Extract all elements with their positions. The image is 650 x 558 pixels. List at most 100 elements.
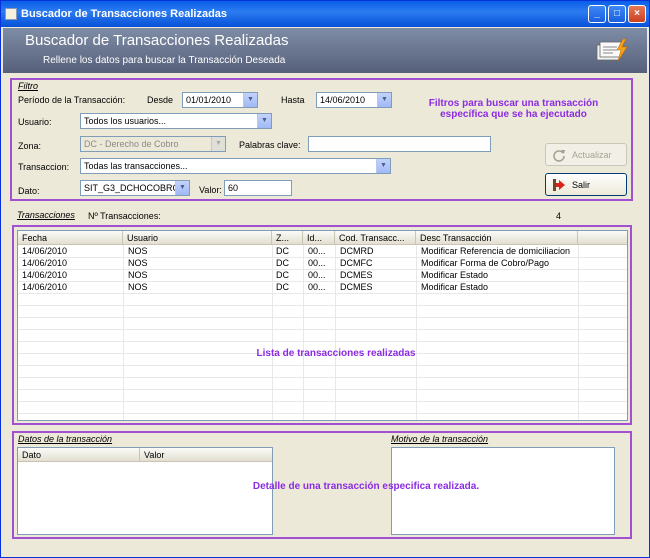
usuario-select-value: Todos los usuarios...	[84, 116, 167, 126]
transaccion-label: Transaccion:	[18, 162, 70, 172]
cell-desc-transaccion: Modificar Referencia de domiciliacion	[421, 246, 571, 256]
chevron-down-icon[interactable]: ▼	[175, 181, 189, 195]
transactions-table[interactable]: Fecha Usuario Z... Id... Cod. Transacc..…	[17, 230, 628, 421]
cell-zona: DC	[276, 282, 289, 292]
palabras-clave-input[interactable]	[308, 136, 491, 152]
dato-select[interactable]: SIT_G3_DCHOCOBRC ▼	[80, 180, 190, 196]
header-subtitle: Rellene los datos para buscar la Transac…	[43, 55, 286, 66]
grid-divider	[18, 305, 627, 306]
zona-select[interactable]: DC - Derecho de Cobro ▼	[80, 136, 226, 152]
actualizar-button[interactable]: Actualizar	[545, 143, 627, 166]
grid-divider	[578, 245, 579, 420]
table-header: Fecha Usuario Z... Id... Cod. Transacc..…	[18, 231, 627, 245]
grid-divider	[18, 413, 627, 414]
zona-label: Zona:	[18, 141, 42, 151]
maximize-button[interactable]: □	[608, 5, 626, 23]
chevron-down-icon[interactable]: ▼	[257, 114, 271, 128]
refresh-icon	[553, 150, 565, 162]
cell-cod-transaccion: DCMFC	[340, 258, 373, 268]
usuario-label: Usuario:	[18, 117, 52, 127]
cell-cod-transaccion: DCMRD	[340, 246, 374, 256]
cell-desc-transaccion: Modificar Estado	[421, 270, 489, 280]
transaccion-select-value: Todas las transacciones...	[84, 161, 188, 171]
column-header-dato[interactable]: Dato	[18, 448, 140, 462]
grid-divider	[18, 293, 627, 294]
zona-select-value: DC - Derecho de Cobro	[84, 139, 179, 149]
desde-date-value: 01/01/2010	[186, 95, 232, 105]
column-header-id[interactable]: Id...	[303, 231, 335, 245]
desde-date-field[interactable]: 01/01/2010 ▼	[182, 92, 258, 108]
minimize-button[interactable]: _	[588, 5, 606, 23]
cell-id: 00...	[308, 270, 326, 280]
cell-desc-transaccion: Modificar Estado	[421, 282, 489, 292]
cell-cod-transaccion: DCMES	[340, 282, 373, 292]
cell-id: 00...	[308, 246, 326, 256]
cell-usuario: NOS	[128, 246, 148, 256]
datos-legend: Datos de la transacción	[18, 434, 113, 444]
column-header-usuario[interactable]: Usuario	[123, 231, 272, 245]
transactions-count-value: 4	[556, 211, 562, 221]
chevron-down-icon[interactable]: ▼	[211, 137, 225, 151]
grid-divider	[18, 329, 627, 330]
salir-button[interactable]: Salir	[545, 173, 627, 196]
grid-divider	[416, 245, 417, 420]
transaccion-select[interactable]: Todas las transacciones... ▼	[80, 158, 391, 174]
main-window: Buscador de Transacciones Realizadas _ □…	[0, 0, 650, 558]
actualizar-button-label: Actualizar	[572, 150, 612, 160]
filter-legend: Filtro	[18, 81, 38, 91]
grid-divider	[335, 245, 336, 420]
cell-id: 00...	[308, 282, 326, 292]
grid-divider	[272, 245, 273, 420]
cell-fecha: 14/06/2010	[22, 246, 68, 256]
close-button[interactable]: ×	[628, 5, 646, 23]
grid-divider	[18, 341, 627, 342]
details-annotation: Detalle de una transacción especifica re…	[252, 481, 480, 492]
app-icon	[5, 8, 17, 20]
cards-lightning-icon	[596, 38, 628, 62]
cell-zona: DC	[276, 246, 289, 256]
column-header-valor[interactable]: Valor	[140, 448, 272, 462]
cell-usuario: NOS	[128, 270, 148, 280]
transacciones-legend: Transacciones	[17, 210, 75, 220]
hasta-label: Hasta	[281, 95, 305, 105]
hasta-date-field[interactable]: 14/06/2010 ▼	[316, 92, 392, 108]
grid-divider	[18, 317, 627, 318]
window-title: Buscador de Transacciones Realizadas	[21, 8, 228, 20]
grid-divider	[18, 401, 627, 402]
header-banner: Buscador de Transacciones Realizadas Rel…	[3, 28, 647, 73]
column-header-fecha[interactable]: Fecha	[18, 231, 123, 245]
cell-fecha: 14/06/2010	[22, 270, 68, 280]
cell-usuario: NOS	[128, 282, 148, 292]
usuario-select[interactable]: Todos los usuarios... ▼	[80, 113, 272, 129]
cell-id: 00...	[308, 258, 326, 268]
desde-label: Desde	[147, 95, 174, 105]
dato-label: Dato:	[18, 186, 40, 196]
filter-annotation: Filtros para buscar una transacción espe…	[428, 98, 599, 120]
header-title: Buscador de Transacciones Realizadas	[25, 32, 289, 49]
column-header-desc-transaccion[interactable]: Desc Transacción	[416, 231, 578, 245]
cell-usuario: NOS	[128, 258, 148, 268]
palabras-clave-label: Palabras clave:	[239, 140, 301, 150]
cell-desc-transaccion: Modificar Forma de Cobro/Pago	[421, 258, 550, 268]
motivo-legend: Motivo de la transacción	[391, 434, 489, 444]
cell-zona: DC	[276, 270, 289, 280]
title-bar[interactable]: Buscador de Transacciones Realizadas _ □…	[1, 1, 649, 27]
chevron-down-icon[interactable]: ▼	[376, 159, 390, 173]
column-header-cod-transaccion[interactable]: Cod. Transacc...	[335, 231, 416, 245]
valor-label: Valor:	[199, 185, 222, 195]
transactions-count-label: Nº Transacciones:	[88, 211, 161, 221]
salir-button-label: Salir	[572, 180, 591, 190]
cell-cod-transaccion: DCMES	[340, 270, 373, 280]
cell-fecha: 14/06/2010	[22, 258, 68, 268]
chevron-down-icon[interactable]: ▼	[377, 93, 391, 107]
valor-input[interactable]: 60	[224, 180, 292, 196]
chevron-down-icon[interactable]: ▼	[243, 93, 257, 107]
cell-fecha: 14/06/2010	[22, 282, 68, 292]
cell-zona: DC	[276, 258, 289, 268]
grid-divider	[123, 245, 124, 420]
hasta-date-value: 14/06/2010	[320, 95, 366, 105]
dato-select-value: SIT_G3_DCHOCOBRC	[84, 183, 180, 193]
grid-divider	[303, 245, 304, 420]
column-header-zona[interactable]: Z...	[272, 231, 303, 245]
grid-divider	[18, 377, 627, 378]
